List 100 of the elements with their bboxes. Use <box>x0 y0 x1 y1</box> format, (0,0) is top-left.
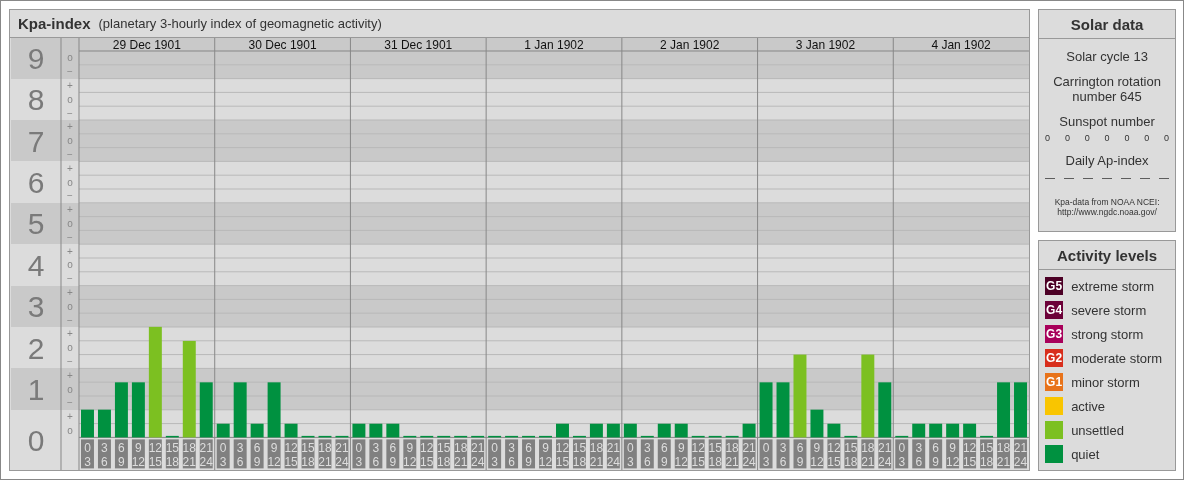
source-note: Kpa-data from NOAA NCEI: <box>1054 197 1160 207</box>
hour-label: 9 12 <box>946 439 960 469</box>
hour-label: 3 6 <box>640 439 654 469</box>
panel-title: Kpa-index <box>18 14 91 32</box>
hour-label: 0 3 <box>759 439 773 469</box>
hour-label: 18 21 <box>454 439 468 469</box>
minor-tick-label: o <box>67 341 73 353</box>
minor-tick-label: − <box>67 272 73 284</box>
hour-label: 0 3 <box>352 439 366 469</box>
hour-label: 6 9 <box>386 439 400 469</box>
sunspot-value: 0 <box>1124 133 1130 143</box>
hour-label: 6 9 <box>929 439 943 469</box>
hour-label: 15 18 <box>572 439 587 469</box>
legend-label: active <box>1071 398 1106 414</box>
date-label: 30 Dec 1901 <box>248 37 317 52</box>
minor-tick-label: − <box>67 107 73 119</box>
sunspot-value: 0 <box>1104 133 1110 143</box>
hour-label: 3 6 <box>776 439 790 469</box>
hour-label: 15 18 <box>979 439 994 469</box>
minor-tick-label: + <box>67 328 73 339</box>
axis-label: 9 <box>27 41 45 75</box>
legend-label: strong storm <box>1071 326 1144 342</box>
hour-label: 12 15 <box>420 439 434 469</box>
sunspot-value: 0 <box>1064 133 1070 143</box>
hour-label: 21 24 <box>335 439 349 469</box>
hour-label: 0 3 <box>895 439 909 469</box>
hour-label: 15 18 <box>844 439 858 469</box>
minor-tick-label: + <box>67 369 73 381</box>
hour-label: 9 12 <box>810 439 824 469</box>
hour-label: 9 12 <box>538 439 553 469</box>
hour-label: 3 6 <box>505 439 519 469</box>
panel-title: Solar data <box>1039 10 1175 39</box>
date-label: 3 Jan 1902 <box>795 37 856 52</box>
solar-cycle: Solar cycle 13 <box>1066 49 1148 64</box>
axis-label: 8 <box>27 82 45 116</box>
date-label: 1 Jan 1902 <box>524 37 584 52</box>
minor-tick-label: + <box>67 203 73 215</box>
axis-label: 6 <box>27 165 45 199</box>
legend-label: severe storm <box>1071 302 1147 318</box>
minor-tick-label: − <box>67 355 73 367</box>
minor-tick-label: + <box>67 79 73 91</box>
minor-tick-label: − <box>67 397 73 408</box>
ap-value: — <box>1083 172 1094 183</box>
hour-label: 6 9 <box>114 439 128 469</box>
legend-label: minor storm <box>1071 374 1140 390</box>
legend-label: moderate storm <box>1071 350 1163 366</box>
legend-swatch: G3 <box>1045 325 1064 343</box>
hour-label: 0 3 <box>623 439 637 469</box>
hour-label: 18 21 <box>861 439 875 469</box>
hour-label: 21 24 <box>471 439 485 469</box>
hour-label: 18 21 <box>996 439 1011 469</box>
ap-value: — <box>1064 172 1075 183</box>
axis-label: 5 <box>27 206 45 240</box>
legend-swatch: G1 <box>1045 373 1064 391</box>
minor-tick-label: − <box>67 65 73 77</box>
hour-label: 3 6 <box>233 439 247 469</box>
hour-label: 21 24 <box>1013 439 1028 469</box>
minor-tick-label: + <box>67 410 73 422</box>
hour-label: 12 15 <box>284 439 298 469</box>
axis-label: 3 <box>27 289 45 323</box>
hour-label: 3 6 <box>912 439 926 469</box>
panel-title: Activity levels <box>1039 241 1175 270</box>
hour-label: 15 18 <box>437 439 451 469</box>
legend-label: unsettled <box>1071 422 1124 438</box>
hour-label: 12 15 <box>691 439 705 469</box>
sunspot-label: Sunspot number <box>1059 114 1155 129</box>
date-label: 2 Jan 1902 <box>660 37 720 52</box>
panel-subtitle: (planetary 3-hourly index of geomagnetic activity) <box>98 15 382 31</box>
date-label: 31 Dec 1901 <box>384 37 453 52</box>
axis-label: 4 <box>27 248 45 282</box>
axis-label: 1 <box>27 372 45 406</box>
hour-label: 21 24 <box>606 439 621 469</box>
hour-label: 12 15 <box>827 439 841 469</box>
hour-label: 6 9 <box>657 439 671 469</box>
hour-label: 18 21 <box>318 439 332 469</box>
hour-label: 21 24 <box>199 439 213 469</box>
carrington-rotation: Carrington rotation number 645 <box>1052 74 1162 104</box>
hour-label: 6 9 <box>250 439 264 469</box>
sunspot-value: 0 <box>1144 133 1150 143</box>
minor-tick-label: − <box>67 190 73 201</box>
minor-tick-label: + <box>67 245 73 257</box>
sunspot-value: 0 <box>1045 133 1051 143</box>
legend-label: quiet <box>1071 446 1100 462</box>
hour-label: 6 9 <box>522 439 536 469</box>
minor-tick-label: − <box>67 314 73 326</box>
hour-label: 0 3 <box>216 439 230 469</box>
legend-swatch: G5 <box>1045 277 1064 295</box>
hour-label: 9 12 <box>674 439 688 469</box>
hour-label: 15 18 <box>708 439 722 469</box>
ap-value: — <box>1159 172 1170 183</box>
legend-swatch: G4 <box>1045 301 1064 319</box>
hour-label: 15 18 <box>165 439 179 469</box>
sunspot-value: 0 <box>1164 133 1170 143</box>
ap-label: Daily Ap-index <box>1065 153 1149 168</box>
hour-label: 3 6 <box>369 439 383 469</box>
ap-value: — <box>1140 172 1151 183</box>
hour-label: 15 18 <box>301 439 315 469</box>
axis-label: 7 <box>27 124 45 158</box>
hour-label: 3 6 <box>97 439 111 469</box>
hour-label: 21 24 <box>878 439 892 469</box>
